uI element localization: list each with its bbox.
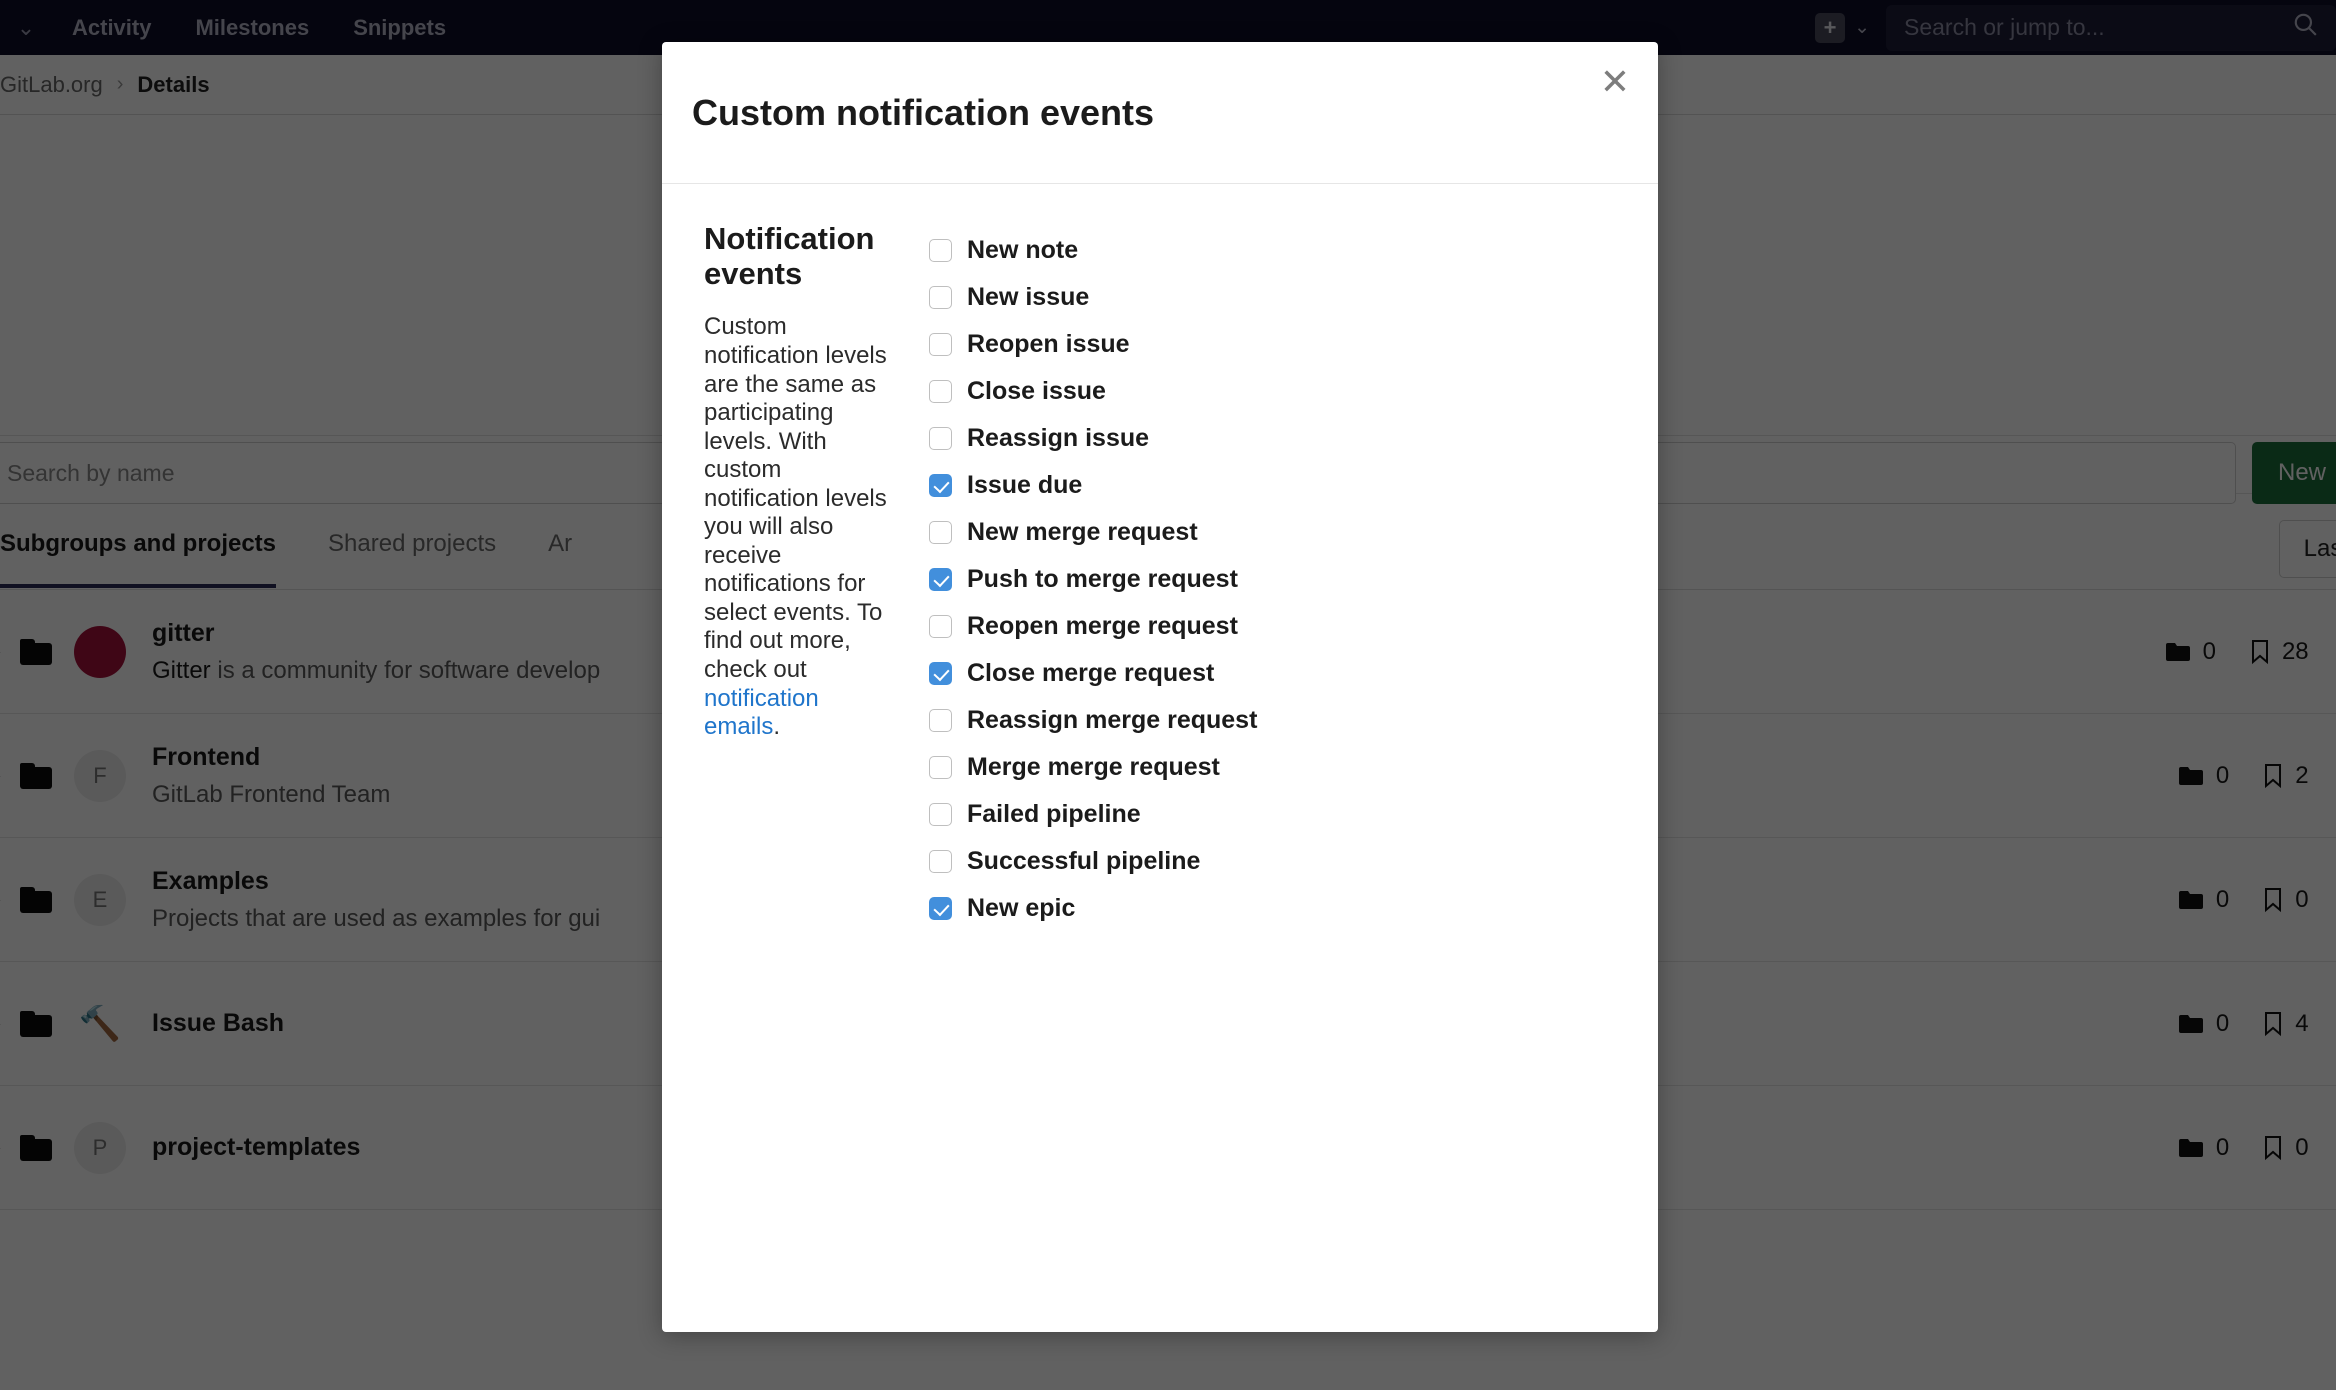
- event-label: Failed pipeline: [967, 800, 1141, 829]
- event-label: Reopen merge request: [967, 612, 1238, 641]
- close-icon[interactable]: ✕: [1600, 64, 1630, 100]
- event-row-new-issue[interactable]: New issue: [929, 274, 1628, 321]
- event-row-new-note[interactable]: New note: [929, 227, 1628, 274]
- event-label: Issue due: [967, 471, 1082, 500]
- checkbox-issue-due[interactable]: [929, 474, 952, 497]
- checkbox-new-issue[interactable]: [929, 286, 952, 309]
- modal-body: Notification events Custom notification …: [662, 184, 1658, 1332]
- event-row-reassign-merge-request[interactable]: Reassign merge request: [929, 697, 1628, 744]
- checkbox-new-merge-request[interactable]: [929, 521, 952, 544]
- checkbox-successful-pipeline[interactable]: [929, 850, 952, 873]
- modal-header: Custom notification events ✕: [662, 42, 1658, 184]
- event-row-successful-pipeline[interactable]: Successful pipeline: [929, 838, 1628, 885]
- event-row-failed-pipeline[interactable]: Failed pipeline: [929, 791, 1628, 838]
- event-label: Merge merge request: [967, 753, 1220, 782]
- event-label: New epic: [967, 894, 1075, 923]
- screenshot-root: ⌄ Activity Milestones Snippets + ⌄ Searc…: [0, 0, 2336, 1390]
- checkbox-failed-pipeline[interactable]: [929, 803, 952, 826]
- checkbox-new-note[interactable]: [929, 239, 952, 262]
- checkbox-merge-merge-request[interactable]: [929, 756, 952, 779]
- event-label: New merge request: [967, 518, 1198, 547]
- event-row-merge-merge-request[interactable]: Merge merge request: [929, 744, 1628, 791]
- description-text-after-link: .: [773, 713, 780, 740]
- checkbox-close-merge-request[interactable]: [929, 662, 952, 685]
- event-label: Close issue: [967, 377, 1106, 406]
- event-row-reopen-issue[interactable]: Reopen issue: [929, 321, 1628, 368]
- event-label: New issue: [967, 283, 1089, 312]
- notification-emails-link[interactable]: notification emails: [704, 685, 819, 741]
- event-row-issue-due[interactable]: Issue due: [929, 462, 1628, 509]
- events-column: New note New issue Reopen issue Close is…: [914, 222, 1628, 1332]
- event-label: Successful pipeline: [967, 847, 1200, 876]
- notification-events-heading: Notification events: [704, 222, 890, 291]
- checkbox-reassign-issue[interactable]: [929, 427, 952, 450]
- event-row-new-epic[interactable]: New epic: [929, 885, 1628, 932]
- event-row-new-merge-request[interactable]: New merge request: [929, 509, 1628, 556]
- notification-events-description: Custom notification levels are the same …: [704, 313, 890, 741]
- checkbox-close-issue[interactable]: [929, 380, 952, 403]
- description-text-before-link: Custom notification levels are the same …: [704, 313, 887, 683]
- checkbox-push-to-merge-request[interactable]: [929, 568, 952, 591]
- page-title: Custom notification events: [692, 92, 1154, 134]
- event-row-close-issue[interactable]: Close issue: [929, 368, 1628, 415]
- event-label: Reopen issue: [967, 330, 1130, 359]
- event-row-reopen-merge-request[interactable]: Reopen merge request: [929, 603, 1628, 650]
- checkbox-reassign-merge-request[interactable]: [929, 709, 952, 732]
- event-label: Reassign merge request: [967, 706, 1257, 735]
- event-label: Close merge request: [967, 659, 1214, 688]
- event-label: Push to merge request: [967, 565, 1238, 594]
- checkbox-new-epic[interactable]: [929, 897, 952, 920]
- event-row-push-to-merge-request[interactable]: Push to merge request: [929, 556, 1628, 603]
- event-label: New note: [967, 236, 1078, 265]
- event-row-reassign-issue[interactable]: Reassign issue: [929, 415, 1628, 462]
- event-row-close-merge-request[interactable]: Close merge request: [929, 650, 1628, 697]
- checkbox-reopen-issue[interactable]: [929, 333, 952, 356]
- event-label: Reassign issue: [967, 424, 1149, 453]
- checkbox-reopen-merge-request[interactable]: [929, 615, 952, 638]
- description-column: Notification events Custom notification …: [704, 222, 914, 1332]
- custom-notification-events-modal: Custom notification events ✕ Notificatio…: [662, 42, 1658, 1332]
